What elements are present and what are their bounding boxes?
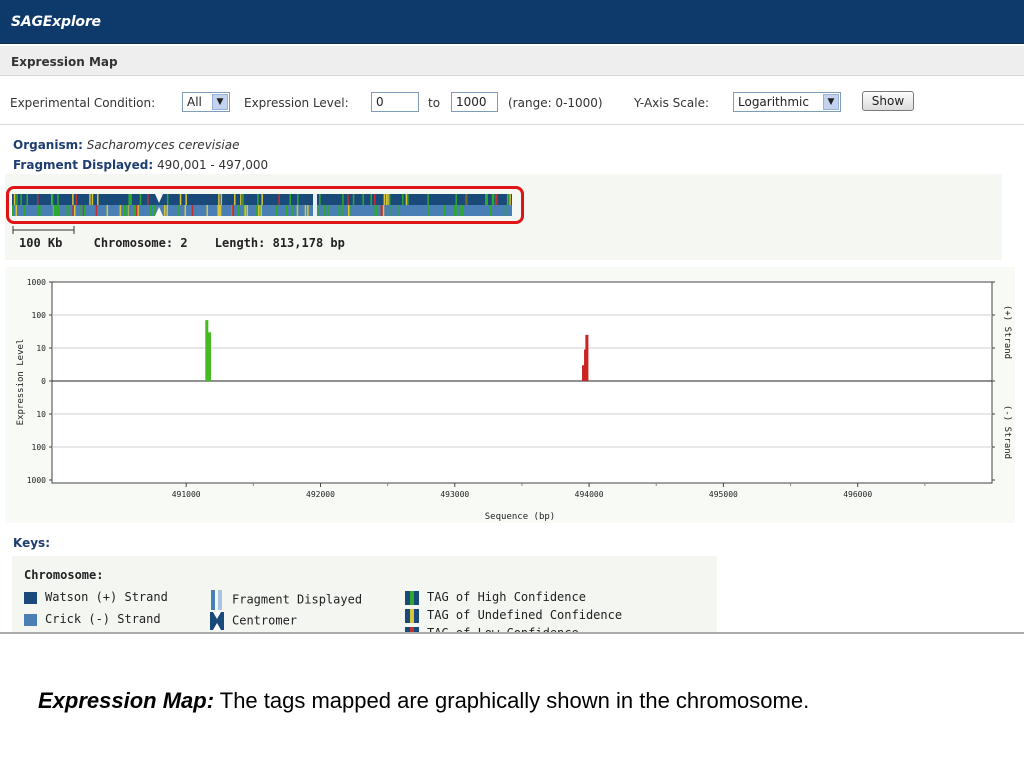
scale-bar <box>12 226 75 234</box>
y-axis-label: Expression Level <box>16 339 26 426</box>
scale-label: Y-Axis Scale: <box>634 96 710 110</box>
filter-controls: Experimental Condition: All ▼ Expression… <box>0 80 1024 125</box>
plus-strand-label: (+) Strand <box>1002 305 1012 359</box>
page-title: Expression Map <box>11 55 118 69</box>
key-watson: Watson (+) Strand <box>24 590 168 604</box>
to-label: to <box>428 96 441 110</box>
level-max-input[interactable] <box>451 92 498 112</box>
fragment-line: Fragment Displayed: 490,001 - 497,000 <box>13 158 268 172</box>
chevron-down-icon: ▼ <box>212 94 228 110</box>
tag-undefined-icon <box>405 608 419 623</box>
fragment-value: 490,001 - 497,000 <box>156 158 269 172</box>
key-tag-undefined: TAG of Undefined Confidence <box>405 608 622 623</box>
organism-label: Organism: <box>13 138 83 152</box>
centromer-icon <box>210 612 224 630</box>
key-crick-label: Crick (-) Strand <box>45 612 161 626</box>
y-tick-label: 1000 <box>27 476 46 485</box>
plot-area <box>51 281 993 484</box>
highlight-box <box>6 186 524 224</box>
y-tick-label: 100 <box>32 311 47 320</box>
tag-low-icon <box>405 626 419 632</box>
key-tag-low-label: TAG of Low Confidence <box>427 626 579 634</box>
level-label: Expression Level: <box>244 96 349 110</box>
show-button[interactable]: Show <box>862 91 914 111</box>
condition-label: Experimental Condition: <box>10 96 156 110</box>
range-hint: (range: 0-1000) <box>508 96 603 110</box>
x-axis: 491000 492000 493000 494000 495000 496000 <box>172 483 926 499</box>
app-header: SAGExplore <box>0 0 1024 44</box>
y-tick-label: 100 <box>32 443 47 452</box>
level-min-input[interactable] <box>371 92 419 112</box>
chromosome-label: Chromosome: <box>93 236 174 250</box>
expression-bar <box>205 320 209 381</box>
key-fragment: Fragment Displayed <box>210 590 362 610</box>
organism-value: Sacharomyces cerevisiae <box>86 138 240 152</box>
caption-lead: Expression Map: <box>38 688 215 713</box>
watson-swatch <box>24 591 37 604</box>
y-tick-label: 10 <box>36 344 46 353</box>
keys-title: Keys: <box>13 536 50 550</box>
key-centromer: Centromer <box>210 612 297 630</box>
scale-label: 100 Kb <box>19 236 63 250</box>
x-tick-label: 495000 <box>709 490 738 499</box>
minus-strand-label: (-) Strand <box>1002 405 1012 459</box>
scale-value: Logarithmic <box>738 95 809 109</box>
page-heading-bar: Expression Map <box>0 46 1024 76</box>
x-tick-label: 493000 <box>440 490 469 499</box>
expression-chart[interactable]: 1000100100101001000 491000 492000 493000 49… <box>5 270 1018 528</box>
key-fragment-label: Fragment Displayed <box>232 592 363 607</box>
keys-chromosome-heading: Chromosome: <box>24 568 104 582</box>
chevron-down-icon: ▼ <box>823 94 839 110</box>
organism-line: Organism: Sacharomyces cerevisiae <box>13 138 239 152</box>
key-centromer-label: Centromer <box>232 613 298 628</box>
caption-text: The tags mapped are graphically shown in… <box>214 688 810 713</box>
key-tag-high-label: TAG of High Confidence <box>427 590 586 604</box>
app-brand[interactable]: SAGExplore <box>11 14 101 30</box>
y-tick-label: 1000 <box>27 278 46 287</box>
y-tick-label: 0 <box>41 377 46 386</box>
y-tick-label: 10 <box>36 410 46 419</box>
x-tick-label: 496000 <box>843 490 872 499</box>
x-tick-label: 492000 <box>306 490 335 499</box>
condition-value: All <box>187 95 202 109</box>
length-label: Length: <box>214 236 266 250</box>
chromosome-summary: 100 Kb Chromosome: 2 Length: 813,178 bp <box>19 236 345 250</box>
expression-bar <box>208 332 212 381</box>
chromosome-value: 2 <box>180 236 188 250</box>
tag-high-icon <box>405 590 419 605</box>
crick-swatch <box>24 613 37 626</box>
x-axis-label: Sequence (bp) <box>485 512 555 522</box>
key-tag-low: TAG of Low Confidence <box>405 626 579 634</box>
browser-screenshot: SAGExplore Expression Map Experimental C… <box>0 0 1024 634</box>
key-watson-label: Watson (+) Strand <box>45 590 168 604</box>
key-crick: Crick (-) Strand <box>24 612 161 626</box>
expression-bar <box>585 334 589 381</box>
x-tick-label: 494000 <box>575 490 604 499</box>
condition-select[interactable]: All ▼ <box>182 92 230 112</box>
x-tick-label: 491000 <box>172 490 201 499</box>
key-tag-undefined-label: TAG of Undefined Confidence <box>427 608 623 622</box>
fragment-label: Fragment Displayed: <box>13 158 154 172</box>
key-tag-high: TAG of High Confidence <box>405 590 586 605</box>
slide-caption: Expression Map: The tags mapped are grap… <box>38 688 809 714</box>
scale-select[interactable]: Logarithmic ▼ <box>733 92 841 112</box>
length-value: 813,178 bp <box>272 236 345 250</box>
fragment-icon <box>211 590 222 610</box>
